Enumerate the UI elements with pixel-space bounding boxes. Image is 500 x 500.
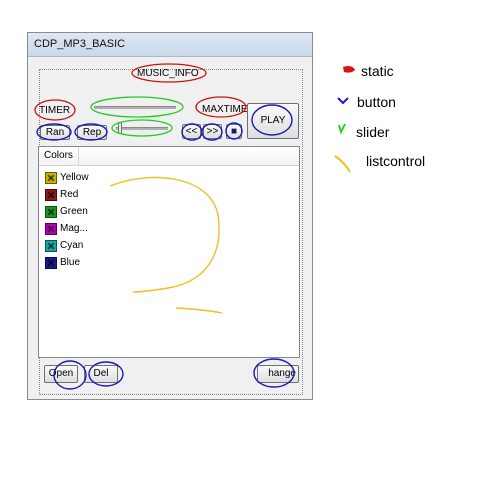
list-item-label: Mag... — [60, 223, 88, 234]
seek-slider-thumb[interactable] — [118, 122, 122, 134]
stop-button[interactable]: ■ — [226, 124, 242, 139]
legend-slider-label: slider — [356, 124, 390, 140]
list-item[interactable]: Cyan — [45, 237, 89, 254]
legend-listcontrol-swatch — [334, 155, 351, 173]
legend-static-swatch — [343, 66, 355, 73]
list-item[interactable]: Blue — [45, 254, 89, 271]
color-swatch-icon — [45, 188, 57, 201]
play-button[interactable]: PLAY — [247, 103, 299, 139]
window-title: CDP_MP3_BASIC — [34, 38, 126, 50]
list-item-label: Cyan — [60, 240, 84, 251]
legend-swatches — [334, 66, 355, 173]
list-item[interactable]: Green — [45, 203, 89, 220]
color-swatch-icon — [45, 239, 57, 252]
list-item-label: Red — [60, 189, 79, 200]
list-item-label: Blue — [60, 257, 81, 268]
list-item[interactable]: Red — [45, 186, 89, 203]
seek-slider-track — [116, 127, 168, 130]
list-rows: Yellow Red Green Mag... Cyan Blue — [45, 169, 89, 271]
color-swatch-icon — [45, 256, 57, 269]
open-button[interactable]: Open — [44, 365, 78, 383]
legend-static-label: static — [361, 63, 394, 79]
colors-list-control[interactable]: Colors Yellow Red Green Mag... Cyan Blue — [38, 146, 300, 358]
next-button[interactable]: >> — [203, 124, 222, 139]
repeat-button[interactable]: Rep — [77, 125, 107, 140]
list-item-label: Green — [60, 206, 88, 217]
seek-slider[interactable] — [114, 121, 170, 135]
previous-button[interactable]: << — [182, 124, 201, 139]
volume-slider[interactable] — [92, 100, 178, 114]
music-info-label: MUSIC_INFO — [137, 68, 199, 79]
legend-slider-swatch — [338, 123, 346, 135]
title-bar[interactable]: CDP_MP3_BASIC — [28, 33, 312, 57]
random-button[interactable]: Ran — [40, 125, 70, 140]
legend-button-label: button — [357, 94, 396, 110]
list-header: Colors — [39, 147, 299, 166]
maxtime-label: MAXTIME — [202, 104, 248, 115]
volume-slider-track — [94, 106, 176, 109]
legend-listcontrol-label: listcontrol — [366, 153, 426, 169]
legend-button-swatch — [337, 97, 349, 105]
column-header-colors[interactable]: Colors — [39, 147, 79, 165]
color-swatch-icon — [45, 222, 57, 235]
color-swatch-icon — [45, 205, 57, 218]
timer-label: TIMER — [39, 105, 71, 116]
list-item[interactable]: Yellow — [45, 169, 89, 186]
color-swatch-icon — [45, 171, 57, 184]
change-button[interactable]: hange — [257, 365, 299, 383]
list-item-label: Yellow — [60, 172, 89, 183]
list-item[interactable]: Mag... — [45, 220, 89, 237]
delete-button[interactable]: Del — [84, 365, 118, 383]
